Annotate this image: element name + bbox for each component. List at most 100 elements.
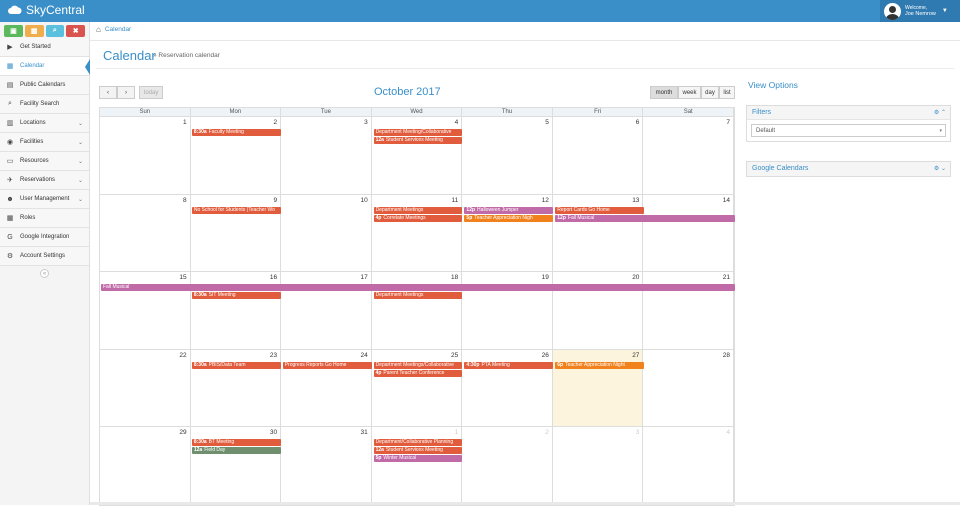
search-button[interactable]: ⌕ [45, 25, 65, 37]
day-number[interactable]: 30 [270, 429, 277, 436]
calendar-event[interactable]: 8:30a BT Meeting [191, 439, 281, 446]
day-number[interactable]: 25 [451, 352, 458, 359]
calendar-event[interactable]: Department Meeting/Collaborative [373, 129, 463, 136]
calendar-event[interactable]: Department Meetings/Collaborative [373, 361, 463, 369]
calendar-event[interactable]: 4p Correlate Meetings [373, 214, 463, 222]
day-cell[interactable]: 23 [191, 349, 282, 426]
today-button[interactable]: today [139, 86, 163, 99]
sidebar-item-calendar[interactable]: ▦ Calendar [0, 57, 90, 76]
day-cell[interactable]: 1 [100, 117, 191, 194]
day-number[interactable]: 29 [179, 429, 186, 436]
calendar-event[interactable]: 12p Fall Musical [555, 214, 735, 222]
home-icon[interactable]: ⌂ [96, 25, 101, 34]
day-cell[interactable]: 4 [643, 427, 734, 504]
calendar-event[interactable]: 6p Teacher Appreciation Night [555, 361, 645, 369]
day-cell[interactable]: 3 [553, 427, 644, 504]
day-number[interactable]: 7 [726, 119, 730, 126]
day-cell[interactable]: 3 [281, 117, 372, 194]
calendar-event[interactable]: 8:30a SIT Meeting [191, 292, 281, 299]
calendar-event[interactable]: Report Cards Go Home [555, 206, 645, 214]
collapse-icon[interactable]: « [40, 269, 49, 278]
calendar-event[interactable]: Progress Reports Go Home [282, 361, 372, 369]
day-number[interactable]: 20 [632, 274, 639, 281]
next-month-button[interactable]: › [117, 86, 135, 99]
user-menu[interactable]: Welcome, Joe Nemrow ▼ [880, 0, 960, 22]
calendar-event[interactable]: 5p Teacher Appreciation Nigh [464, 214, 554, 222]
day-cell[interactable]: 29 [100, 427, 191, 504]
day-cell[interactable]: 6 [553, 117, 644, 194]
breadcrumb-calendar[interactable]: Calendar [105, 26, 131, 33]
day-cell[interactable]: 26 [462, 349, 553, 426]
day-cell[interactable]: 7 [643, 117, 734, 194]
calendar-event[interactable]: Fall Musical [101, 284, 735, 291]
day-number[interactable]: 2 [545, 429, 549, 436]
day-number[interactable]: 18 [451, 274, 458, 281]
sidebar-item-roles[interactable]: ▦ Roles [0, 209, 89, 228]
sidebar-item-get-started[interactable]: ▶ Get Started [0, 38, 89, 57]
day-number[interactable]: 28 [723, 352, 730, 359]
day-cell[interactable]: 14 [643, 194, 734, 271]
close-button[interactable]: ✖ [66, 25, 85, 37]
day-number[interactable]: 3 [364, 119, 368, 126]
day-number[interactable]: 1 [455, 429, 459, 436]
calendar-event[interactable]: 12a Student Services Meeting [373, 447, 463, 454]
day-number[interactable]: 4 [455, 119, 459, 126]
day-cell[interactable]: 12 [462, 194, 553, 271]
day-number[interactable]: 14 [723, 197, 730, 204]
calendar-event[interactable]: 5p Winter Musical [373, 455, 463, 462]
calendar-event[interactable]: 12a Field Day [191, 447, 281, 454]
day-number[interactable]: 8 [183, 197, 187, 204]
calendar-event[interactable]: No School for Students (Teacher Wo [191, 206, 281, 214]
day-number[interactable]: 5 [545, 119, 549, 126]
app-logo[interactable]: SkyCentral [8, 3, 85, 17]
day-number[interactable]: 23 [270, 352, 277, 359]
day-number[interactable]: 13 [632, 197, 639, 204]
google-calendars-header[interactable]: Google Calendars ⚙ ⌄ [747, 162, 950, 176]
sidebar-item-locations[interactable]: ▥ Locations ⌄ [0, 114, 89, 133]
day-number[interactable]: 11 [452, 197, 459, 204]
day-cell[interactable]: 5 [462, 117, 553, 194]
day-cell[interactable]: 11 [372, 194, 463, 271]
day-number[interactable]: 27 [632, 352, 639, 359]
view-day-button[interactable]: day [701, 86, 719, 99]
calendar-plus-button[interactable]: ▣ [4, 25, 23, 37]
calendar-event[interactable]: 8:30a Faculty Meeting [191, 129, 281, 136]
calendar-event[interactable]: 4:30p PTA Meeting [464, 361, 554, 369]
day-number[interactable]: 3 [636, 429, 640, 436]
sidebar-item-facility-search[interactable]: ⌕ Facility Search [0, 95, 89, 114]
day-number[interactable]: 10 [360, 197, 367, 204]
view-week-button[interactable]: week [678, 86, 701, 99]
day-number[interactable]: 24 [360, 352, 367, 359]
calendar-button[interactable]: ▦ [24, 25, 44, 37]
day-number[interactable]: 4 [726, 429, 730, 436]
day-cell[interactable]: 2 [462, 427, 553, 504]
sidebar-item-facilities[interactable]: ◉ Facilities ⌄ [0, 133, 89, 152]
panel-tools-icon[interactable]: ⚙ ⌄ [934, 162, 946, 176]
day-cell[interactable]: 24 [281, 349, 372, 426]
calendar-event[interactable]: 12p Halloween Jumper [464, 206, 554, 214]
day-number[interactable]: 6 [636, 119, 640, 126]
calendar-event[interactable]: 8:30a PBIS/Data Team [191, 361, 281, 369]
sidebar-item-account-settings[interactable]: ⚙ Account Settings [0, 247, 89, 266]
day-number[interactable]: 15 [179, 274, 186, 281]
calendar-event[interactable]: Department Meetings [373, 206, 463, 214]
sidebar-item-reservations[interactable]: ✈ Reservations ⌄ [0, 171, 89, 190]
calendar-event[interactable]: 12a Student Services Meeting [373, 137, 463, 144]
day-number[interactable]: 12 [542, 197, 549, 204]
day-cell[interactable]: 8 [100, 194, 191, 271]
day-number[interactable]: 31 [360, 429, 367, 436]
calendar-event[interactable]: Department Meetings [373, 292, 463, 299]
day-cell[interactable]: 13 [553, 194, 644, 271]
day-number[interactable]: 1 [183, 119, 187, 126]
sidebar-item-google-integration[interactable]: G Google Integration [0, 228, 89, 247]
day-cell[interactable]: 31 [281, 427, 372, 504]
day-cell[interactable]: 9 [191, 194, 282, 271]
sidebar-item-resources[interactable]: ▭ Resources ⌄ [0, 152, 89, 171]
day-number[interactable]: 2 [274, 119, 278, 126]
view-list-button[interactable]: list [719, 86, 735, 99]
day-number[interactable]: 16 [270, 274, 277, 281]
day-number[interactable]: 17 [360, 274, 367, 281]
day-number[interactable]: 22 [179, 352, 186, 359]
day-cell[interactable]: 10 [281, 194, 372, 271]
day-cell[interactable]: 28 [643, 349, 734, 426]
